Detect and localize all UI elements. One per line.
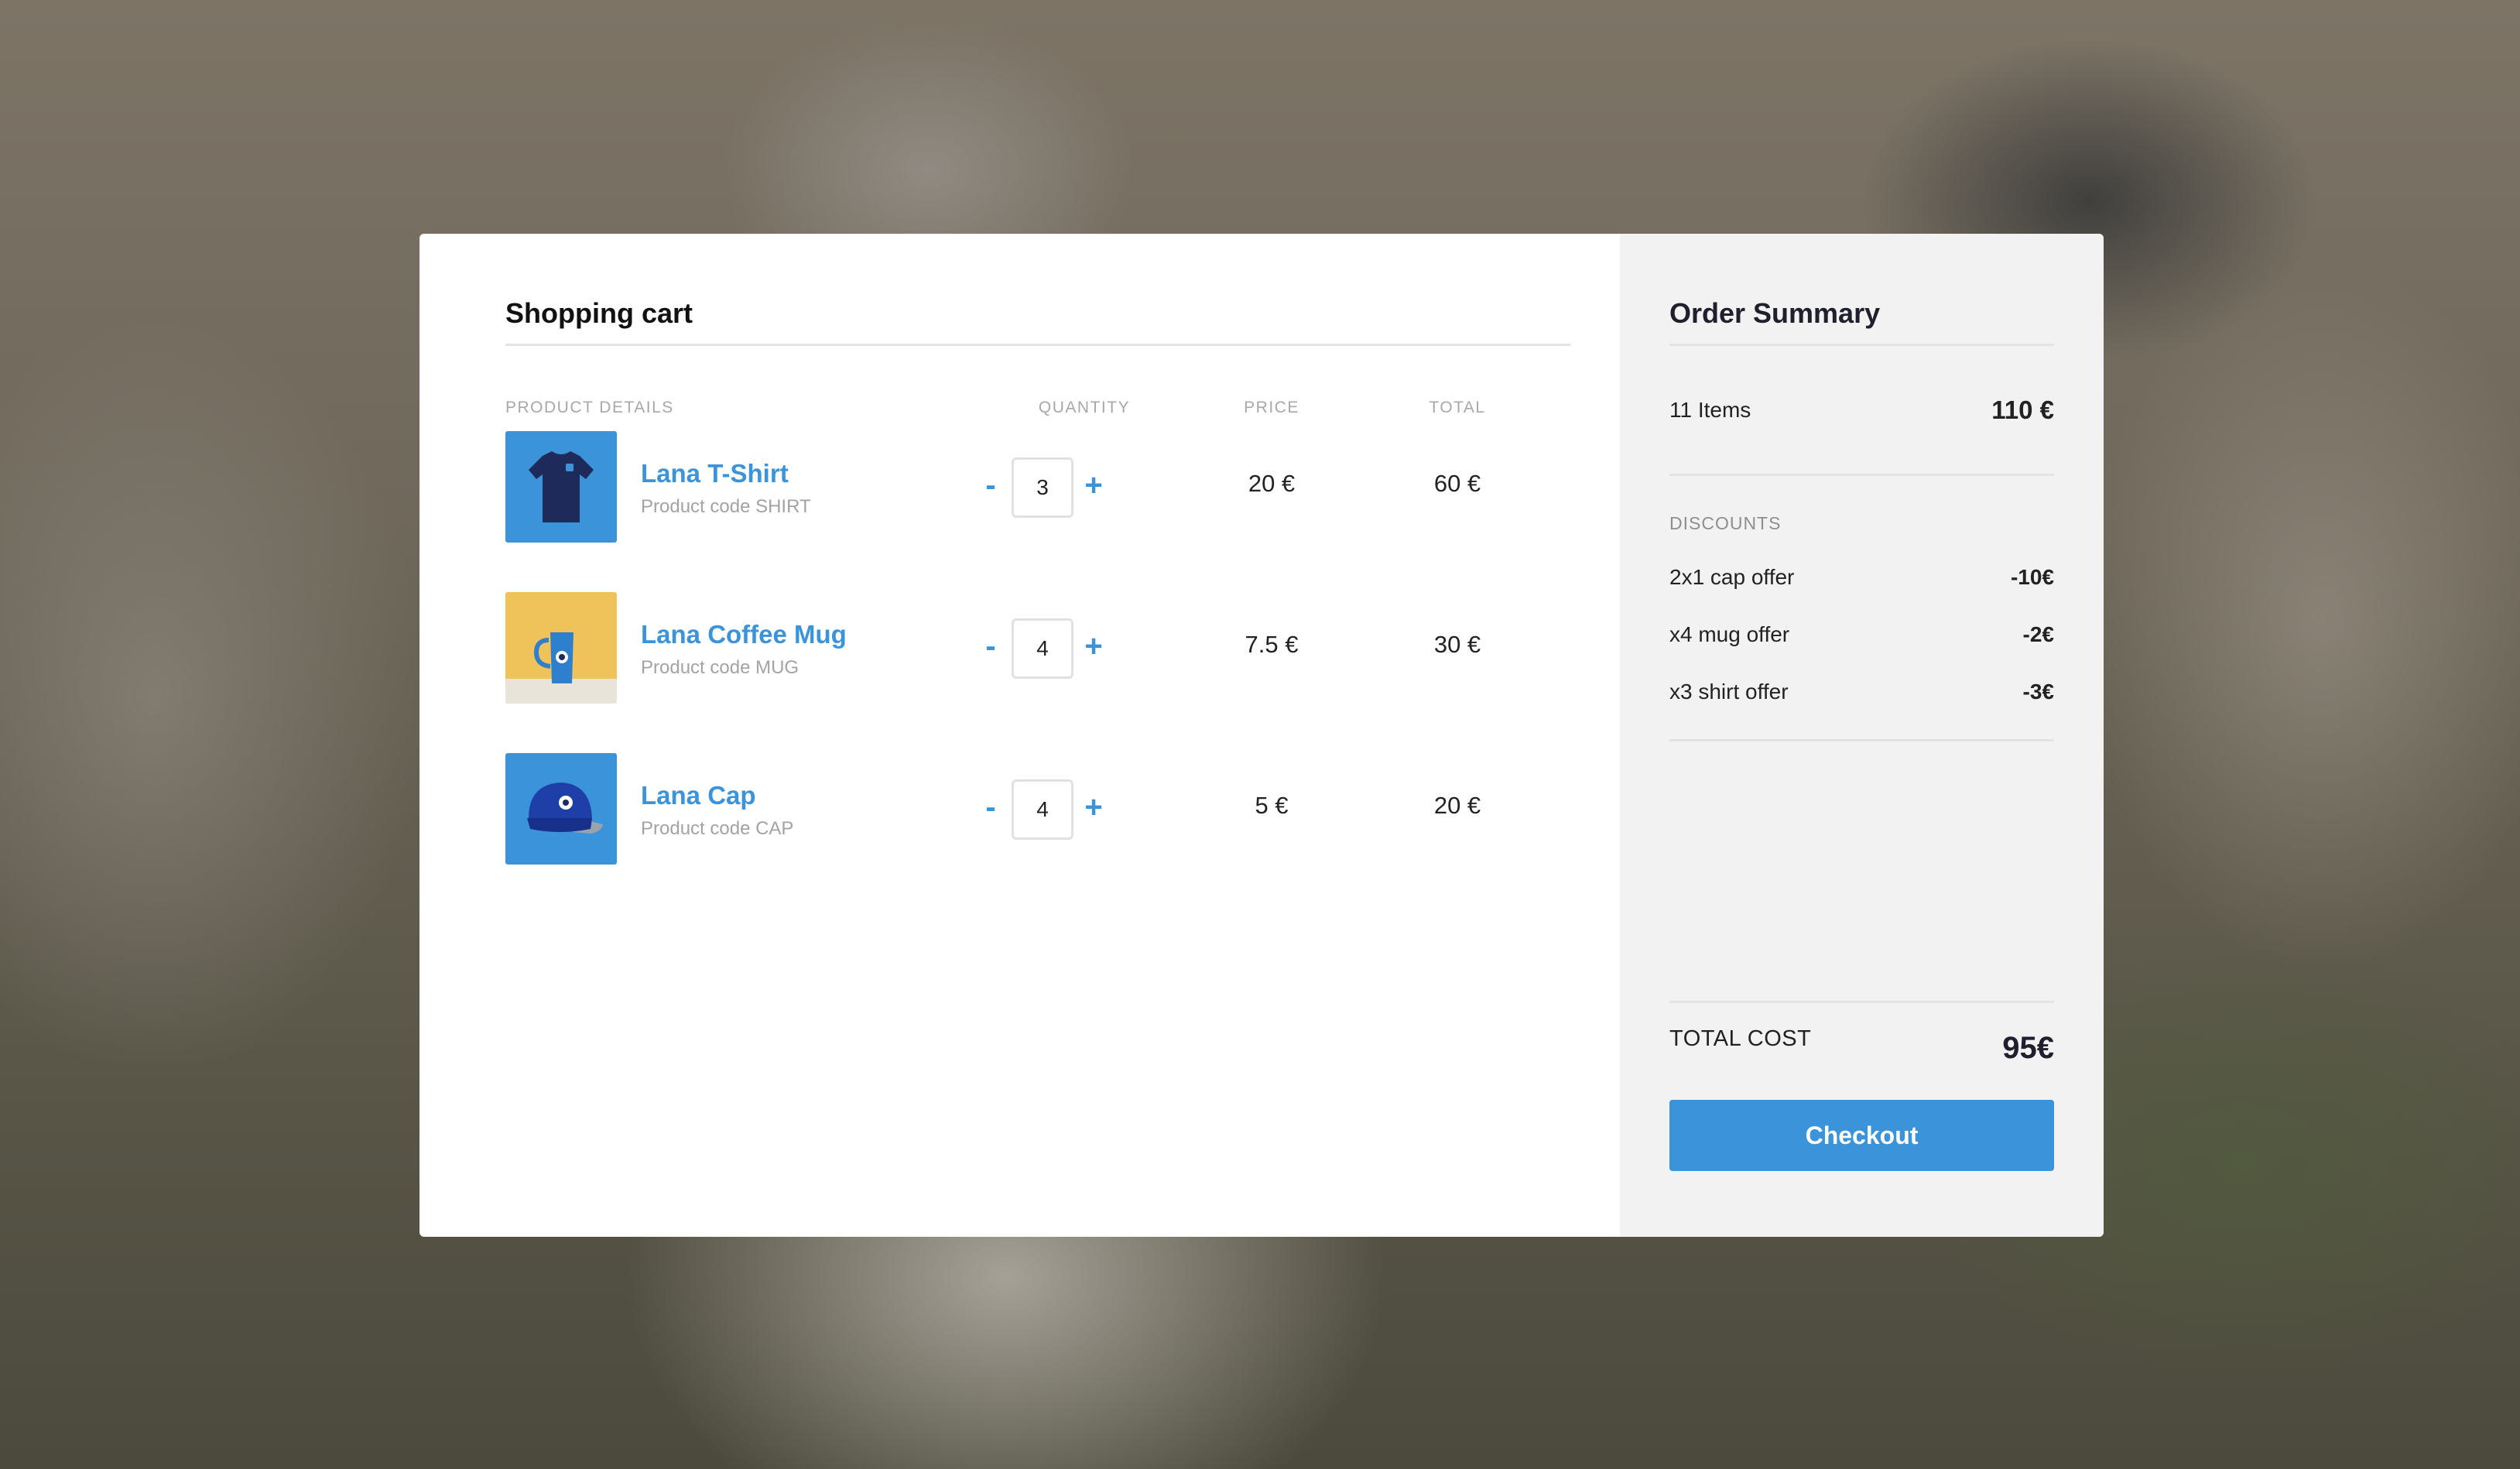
- total-section: TOTAL COST 95€ Checkout: [1669, 1001, 2054, 1171]
- quantity-input[interactable]: [1012, 457, 1073, 518]
- header-product-details: PRODUCT DETAILS: [505, 399, 674, 416]
- decrease-quantity-button[interactable]: -: [979, 792, 1002, 824]
- total-cost-line: TOTAL COST 95€: [1669, 1003, 2054, 1100]
- discount-value: -2€: [2022, 622, 2054, 646]
- item-total: 60 €: [1433, 470, 1481, 497]
- cart-item-row: Lana T-Shirt Product code SHIRT - + 20 €…: [505, 431, 1570, 592]
- quantity-input[interactable]: [1012, 618, 1073, 679]
- checkout-button[interactable]: Checkout: [1669, 1100, 2054, 1171]
- item-price: 7.5 €: [1245, 631, 1299, 658]
- discounts-divider: [1669, 739, 2054, 741]
- shopping-cart-panel: Shopping cart PRODUCT DETAILS QUANTITY P…: [419, 234, 1620, 1237]
- header-price: PRICE: [1244, 399, 1299, 416]
- item-price: 20 €: [1248, 470, 1296, 497]
- quantity-input[interactable]: [1012, 779, 1073, 840]
- product-code: Product code SHIRT: [641, 496, 811, 517]
- items-subtotal: 11 Items 110 €: [1669, 346, 2054, 474]
- increase-quantity-button[interactable]: +: [1082, 470, 1105, 502]
- cart-title: Shopping cart: [505, 297, 693, 329]
- discount-value: -10€: [2010, 565, 2054, 589]
- coffee-mug-image: [505, 592, 617, 704]
- decrease-quantity-button[interactable]: -: [979, 470, 1002, 502]
- total-cost-value: 95€: [2002, 1031, 2054, 1065]
- column-headers: PRODUCT DETAILS QUANTITY PRICE TOTAL: [505, 346, 1570, 431]
- decrease-quantity-button[interactable]: -: [979, 631, 1002, 663]
- discount-line: x4 mug offer -2€: [1669, 606, 2054, 663]
- cart-card: Shopping cart PRODUCT DETAILS QUANTITY P…: [419, 234, 2104, 1237]
- product-name-link[interactable]: Lana Cap: [641, 781, 756, 810]
- item-price: 5 €: [1255, 792, 1289, 819]
- increase-quantity-button[interactable]: +: [1082, 792, 1105, 824]
- cart-items: Lana T-Shirt Product code SHIRT - + 20 €…: [505, 431, 1570, 914]
- product-name-link[interactable]: Lana Coffee Mug: [641, 620, 847, 649]
- item-total: 20 €: [1433, 792, 1481, 819]
- items-amount: 110 €: [1991, 395, 2054, 424]
- discounts-label: DISCOUNTS: [1669, 513, 1782, 533]
- header-total: TOTAL: [1429, 399, 1486, 416]
- discount-name: x4 mug offer: [1669, 622, 1790, 646]
- discount-name: 2x1 cap offer: [1669, 565, 1795, 589]
- cap-image: [505, 753, 617, 865]
- increase-quantity-button[interactable]: +: [1082, 631, 1105, 663]
- discount-name: x3 shirt offer: [1669, 680, 1789, 704]
- items-count: 11 Items: [1669, 397, 1751, 422]
- summary-title: Order Summary: [1669, 297, 1881, 329]
- subtotal-divider: [1669, 474, 2054, 476]
- product-code: Product code CAP: [641, 818, 794, 839]
- item-total: 30 €: [1433, 631, 1481, 658]
- product-name-link[interactable]: Lana T-Shirt: [641, 459, 789, 488]
- discount-line: 2x1 cap offer -10€: [1669, 549, 2054, 606]
- cart-item-row: Lana Cap Product code CAP - + 5 € 20 €: [505, 753, 1570, 914]
- t-shirt-image: [505, 431, 617, 543]
- order-summary-panel: Order Summary 11 Items 110 € DISCOUNTS 2…: [1620, 234, 2104, 1237]
- header-quantity: QUANTITY: [1038, 399, 1131, 416]
- discount-value: -3€: [2022, 680, 2054, 704]
- cart-item-row: Lana Coffee Mug Product code MUG - + 7.5…: [505, 592, 1570, 753]
- total-cost-label: TOTAL COST: [1669, 1026, 1812, 1051]
- product-code: Product code MUG: [641, 657, 799, 678]
- discount-line: x3 shirt offer -3€: [1669, 663, 2054, 721]
